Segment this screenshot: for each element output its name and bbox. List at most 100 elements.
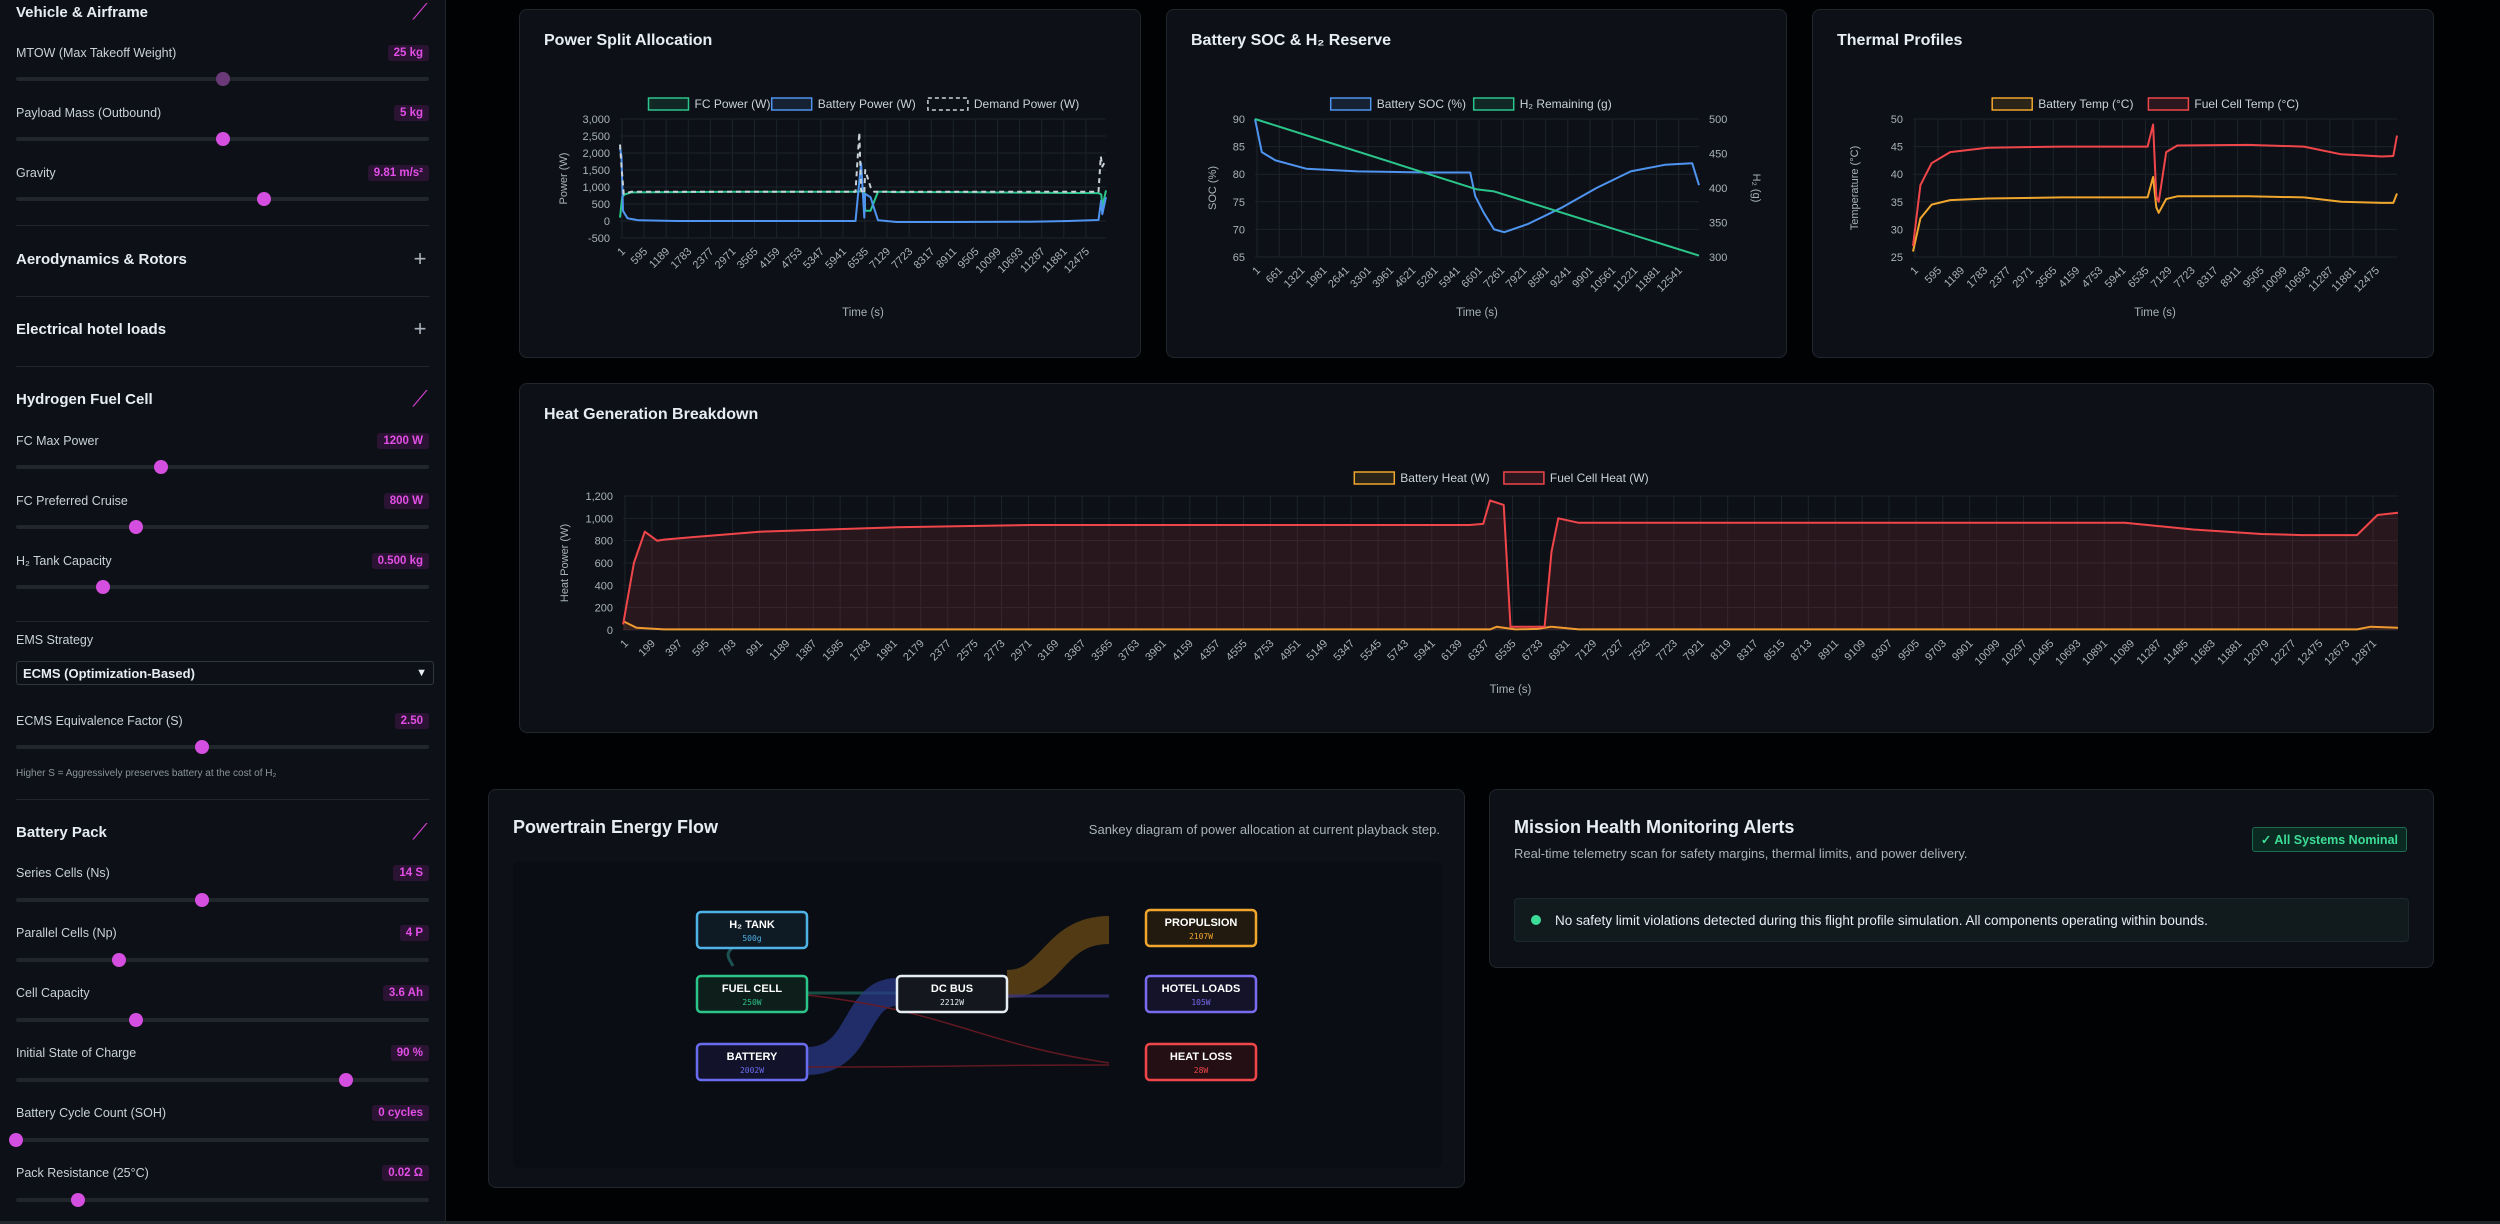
x-tick-label: 2971 [713,246,739,272]
node-dc-bus: DC BUS 2212W [895,974,1009,1014]
heat-generation-chart: 1,2001,00080060040020001 199 397 595 793 991 1… [559,471,2399,696]
x-tick-label: 3763 [1116,638,1142,664]
sankey-diagram: H₂ TANK 500g FUEL CELL 250W BATTERY 2002… [695,908,1258,1082]
x-tick-label: 4621 [1393,265,1419,291]
slider-thumb[interactable] [128,520,143,534]
node-label: HEAT LOSS [1170,1051,1232,1063]
slider-thumb[interactable] [95,580,110,594]
cycles-slider[interactable] [9,1133,429,1147]
x-tick-label: 5149 [1305,638,1331,664]
section-header-vehicle[interactable]: Vehicle & Airframe ⟋ [16,0,429,24]
x-tick-label: 9241 [1548,265,1574,291]
ecms-s-slider[interactable] [16,740,429,754]
param-value: 9.81 m/s² [367,165,429,181]
slider-thumb[interactable] [339,1073,354,1087]
slider-thumb[interactable] [70,1193,85,1207]
slider-thumb[interactable] [256,192,271,206]
init-soc-slider[interactable] [16,1073,429,1087]
x-tick-label: 1189 [647,246,672,271]
slider-thumb[interactable] [128,1013,143,1027]
collapse-icon[interactable]: ⟋ [411,386,429,411]
x-tick-label: 10099 [2260,265,2290,295]
mtow-slider[interactable] [16,72,429,86]
collapse-icon[interactable]: ⟋ [411,819,429,844]
x-tick-label: 6931 [1547,638,1573,664]
fc-cruise-slider[interactable] [16,520,429,534]
x-tick-label: 6337 [1466,638,1492,664]
expand-icon[interactable]: + [411,316,429,341]
x-tick-label: 10693 [2053,638,2083,668]
slider-thumb[interactable] [194,893,209,907]
x-tick-label: 5545 [1358,638,1384,664]
y-tick-label: -500 [588,233,610,245]
slider-thumb[interactable] [112,953,127,967]
series-slider[interactable] [16,893,429,907]
param-ecms-s: ECMS Equivalence Factor (S) 2.50 [16,712,429,754]
legend-label: Battery Temp (°C) [2038,97,2133,111]
x-tick-label: 8317 [912,246,938,272]
x-tick-label: 11485 [2161,638,2191,668]
param-label: Series Cells (Ns) [16,866,110,880]
legend-swatch [1503,471,1545,485]
x-tick-label: 7921 [1504,265,1530,291]
x-tick-label: 5347 [1331,638,1357,664]
node-value: 2107W [1189,932,1213,941]
param-label: FC Preferred Cruise [16,494,128,508]
capacity-slider[interactable] [16,1013,429,1027]
param-value: 14 S [393,865,429,881]
section-header-battery[interactable]: Battery Pack ⟋ [16,819,429,844]
divider [16,621,429,622]
gravity-slider[interactable] [16,192,429,206]
slider-thumb[interactable] [215,72,230,86]
resistance-slider[interactable] [16,1193,429,1207]
section-header-electrical[interactable]: Electrical hotel loads + [16,316,429,341]
y-tick-label: 75 [1233,197,1245,209]
param-label: Initial State of Charge [16,1046,137,1060]
x-tick-label: 10561 [1588,265,1618,295]
select-value: ECMS (Optimization-Based) [23,665,195,681]
legend-label: Battery SOC (%) [1377,97,1466,111]
x-tick-label: 3367 [1063,638,1089,664]
x-tick-label: 5941 [2103,265,2129,291]
x-tick-label: 199 [637,638,658,659]
x-tick-label: 7723 [1654,638,1680,664]
y-tick-label: 1,000 [585,513,613,525]
fc-max-slider[interactable] [16,460,429,474]
expand-icon[interactable]: + [411,246,429,271]
y-tick-label: 80 [1233,169,1245,181]
slider-thumb[interactable] [9,1133,23,1147]
slider-thumb[interactable] [215,132,230,146]
y-tick-label: 3,000 [582,114,610,126]
x-tick-label: 5347 [801,246,827,272]
param-label: FC Max Power [16,434,99,448]
legend-label: H₂ Remaining (g) [1520,97,1612,111]
node-h2-tank: H₂ TANK 500g [695,910,809,950]
x-tick-label: 595 [629,246,650,267]
section-header-fuelcell[interactable]: Hydrogen Fuel Cell ⟋ [16,386,429,411]
sankey-title: Powertrain Energy Flow [513,817,719,837]
payload-slider[interactable] [16,132,429,146]
alerts-title: Mission Health Monitoring Alerts [1514,817,1795,837]
legend-swatch [770,97,813,111]
legend-swatch [1472,97,1515,111]
h2-tank-slider[interactable] [16,580,429,594]
x-tick-label: 7327 [1600,638,1626,664]
parallel-slider[interactable] [16,953,429,967]
x-tick-label: 4951 [1278,638,1304,664]
x-tick-label: 7921 [1681,638,1707,664]
x-tick-label: 5941 [1437,265,1463,291]
slider-thumb[interactable] [194,740,209,754]
x-tick-label: 1 [1908,265,1921,278]
section-title: Battery Pack [16,823,107,841]
y-tick-label: 200 [595,603,613,615]
param-capacity: Cell Capacity 3.6 Ah [16,984,429,1027]
x-tick-label: 9307 [1869,638,1895,664]
x-tick-label: 12079 [2242,638,2272,668]
slider-thumb[interactable] [153,460,168,474]
section-header-aero[interactable]: Aerodynamics & Rotors + [16,246,429,271]
x-tick-label: 12673 [2322,638,2352,668]
y-tick-label: 1,200 [585,491,613,503]
ems-strategy-select[interactable]: ECMS (Optimization-Based) ▼ [16,661,434,685]
x-tick-label: 7129 [1574,638,1600,664]
collapse-icon[interactable]: ⟋ [411,0,429,24]
